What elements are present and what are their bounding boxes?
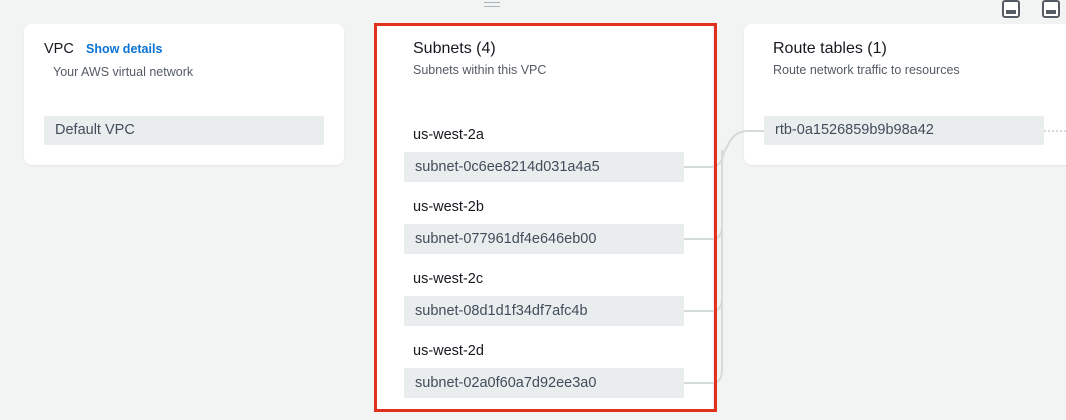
connector-lines <box>684 130 1066 384</box>
